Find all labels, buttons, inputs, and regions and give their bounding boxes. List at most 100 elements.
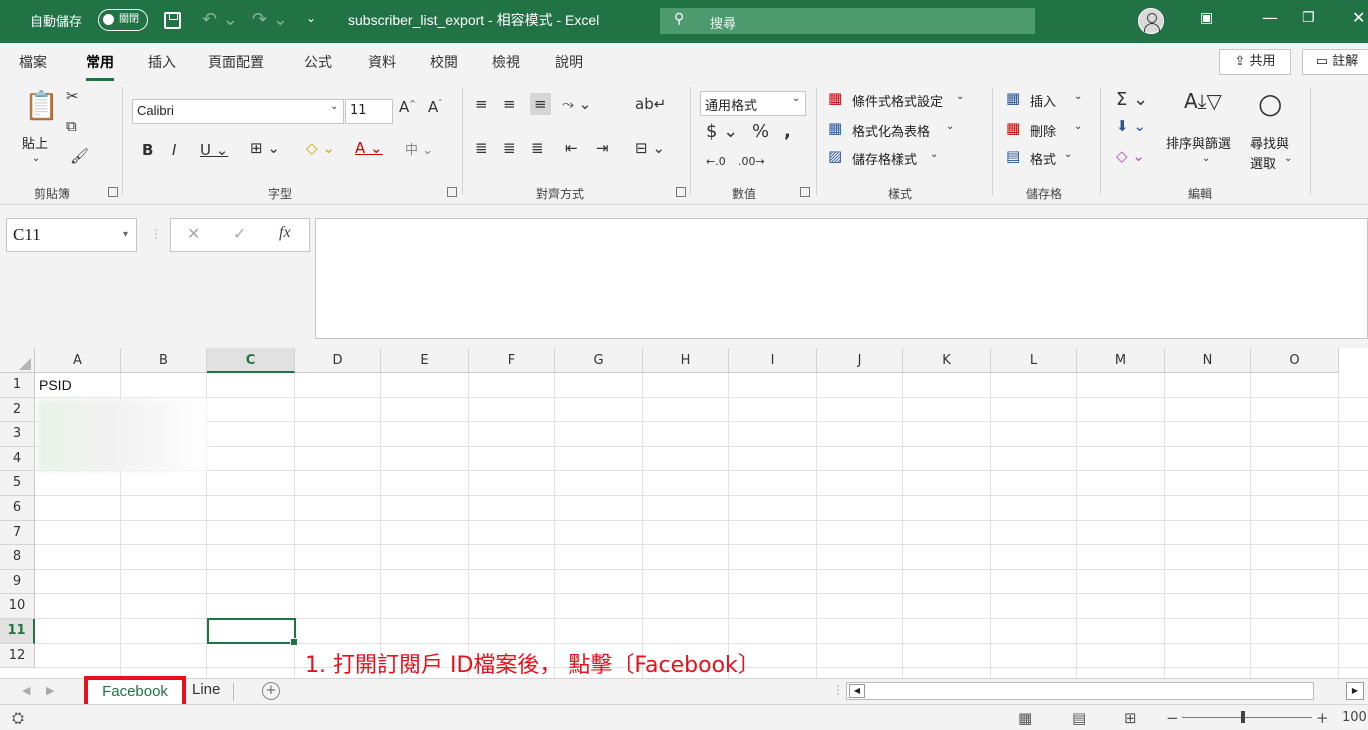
zoom-level[interactable]: 100 [1342, 710, 1367, 725]
paste-dropdown-icon[interactable]: ⌄ [32, 153, 40, 164]
insert-cells-button[interactable]: 插入 [1030, 91, 1056, 110]
align-middle-icon[interactable]: ≡ [503, 95, 516, 113]
align-right-icon[interactable]: ≣ [531, 139, 544, 157]
confirm-entry-icon[interactable]: ✓ [233, 224, 246, 243]
sort-filter-button[interactable]: 排序與篩選 [1166, 133, 1231, 152]
row-header[interactable]: 4 [0, 446, 35, 472]
accessibility-icon[interactable]: ⛭ [12, 709, 24, 727]
tab-file[interactable]: 檔案 [19, 52, 47, 72]
column-header[interactable]: G [555, 348, 643, 373]
clipboard-launcher-icon[interactable] [108, 187, 118, 197]
borders-icon[interactable]: ⊞ ⌄ [250, 139, 280, 157]
sort-filter-dropdown-icon[interactable]: ⌄ [1202, 153, 1210, 164]
format-as-table-button[interactable]: 格式化為表格 [852, 121, 930, 140]
decrease-indent-icon[interactable]: ⇤ [565, 139, 578, 157]
zoom-in-icon[interactable]: + [1316, 709, 1329, 727]
format-painter-icon[interactable]: 🖌 [70, 147, 89, 165]
format-dropdown-icon[interactable]: ⌄ [1064, 149, 1072, 160]
column-header[interactable]: D [295, 348, 381, 373]
column-header[interactable]: O [1251, 348, 1339, 373]
tab-page-layout[interactable]: 頁面配置 [208, 52, 264, 72]
worksheet-grid[interactable]: ABCDEFGHIJKLMNO 1 2 3 4 5 6 7 8 9 10 11 12 PSID 1. … [0, 348, 1368, 678]
page-break-view-icon[interactable]: ⊞ [1124, 709, 1137, 727]
tab-help[interactable]: 說明 [555, 52, 583, 72]
scroll-left-icon[interactable]: ◀ [849, 684, 865, 698]
find-select-icon[interactable]: ○ [1258, 87, 1282, 120]
zoom-slider[interactable] [1182, 717, 1312, 718]
cell-styles-dropdown-icon[interactable]: ⌄ [930, 149, 938, 160]
align-left-icon[interactable]: ≣ [475, 139, 488, 157]
sheet-tab-line[interactable]: Line [192, 681, 220, 698]
insert-cells-icon[interactable]: ▦ [1006, 89, 1020, 107]
paste-icon[interactable]: 📋 [24, 89, 59, 122]
orientation-icon[interactable]: ⤳ ⌄ [562, 95, 591, 113]
cut-icon[interactable]: ✂ [66, 87, 79, 105]
row-header[interactable]: 8 [0, 545, 35, 570]
save-icon[interactable] [164, 12, 181, 29]
cell-styles-icon[interactable]: ▨ [828, 147, 842, 165]
alignment-launcher-icon[interactable] [676, 187, 686, 197]
scroll-sheets-left-icon[interactable]: ◀ [22, 684, 30, 697]
percent-style-icon[interactable]: % [752, 121, 769, 142]
redo-icon[interactable]: ↷ ⌄ [252, 9, 288, 30]
row-header[interactable]: 6 [0, 496, 35, 521]
font-color-icon[interactable]: A ⌄ [355, 139, 383, 157]
ribbon-display-options-icon[interactable]: ▣ [1200, 10, 1213, 26]
bold-icon[interactable]: B [142, 141, 153, 159]
column-header[interactable]: A [35, 348, 121, 373]
scroll-sheets-right-icon[interactable]: ▶ [46, 684, 54, 697]
column-header[interactable]: E [381, 348, 469, 373]
horizontal-scrollbar[interactable]: ◀ [846, 682, 1314, 700]
decrease-decimal-icon[interactable]: .00→ [738, 155, 765, 168]
restore-icon[interactable]: ❐ [1302, 10, 1315, 26]
clear-icon[interactable]: ◇ ⌄ [1116, 147, 1145, 165]
column-header[interactable]: H [643, 348, 729, 373]
undo-icon[interactable]: ↶ ⌄ [202, 9, 238, 30]
underline-icon[interactable]: U ⌄ [200, 141, 228, 159]
zoom-slider-thumb[interactable] [1241, 711, 1245, 723]
row-header[interactable]: 7 [0, 520, 35, 546]
font-launcher-icon[interactable] [447, 187, 457, 197]
customize-qat-icon[interactable]: ⌄ [306, 11, 316, 25]
row-header[interactable]: 10 [0, 594, 35, 619]
row-header[interactable]: 12 [0, 643, 35, 669]
minimize-icon[interactable]: — [1262, 8, 1278, 27]
conditional-formatting-icon[interactable]: ▦ [828, 89, 842, 107]
format-cells-button[interactable]: 格式 [1030, 149, 1056, 168]
delete-cells-button[interactable]: 刪除 [1030, 121, 1056, 140]
column-header[interactable]: F [469, 348, 555, 373]
paste-label[interactable]: 貼上 [22, 133, 48, 152]
comments-button[interactable]: ▭ 註解 [1302, 49, 1368, 75]
scroll-right-icon[interactable]: ▶ [1346, 682, 1364, 700]
cell-styles-button[interactable]: 儲存格樣式 [852, 149, 917, 168]
wrap-text-icon[interactable]: ab↵ [635, 95, 666, 113]
tab-formulas[interactable]: 公式 [304, 52, 332, 72]
number-format-dropdown-icon[interactable]: ⌄ [792, 93, 800, 104]
column-header[interactable]: N [1165, 348, 1251, 373]
cancel-entry-icon[interactable]: ✕ [187, 224, 200, 243]
page-layout-view-icon[interactable]: ▤ [1072, 709, 1086, 727]
formula-input[interactable] [315, 218, 1368, 339]
accounting-format-icon[interactable]: $ ⌄ [706, 121, 738, 142]
search-box[interactable]: ⚲ 搜尋 [660, 8, 1035, 34]
tab-data[interactable]: 資料 [368, 52, 396, 72]
autosum-icon[interactable]: Σ ⌄ [1116, 89, 1148, 110]
tab-insert[interactable]: 插入 [148, 52, 176, 72]
active-cell-c11[interactable] [207, 618, 298, 646]
conditional-formatting-dropdown-icon[interactable]: ⌄ [956, 91, 964, 102]
row-header[interactable]: 1 [0, 373, 35, 398]
name-box[interactable]: C11 ▾ [6, 218, 137, 252]
increase-indent-icon[interactable]: ⇥ [596, 139, 609, 157]
row-header[interactable]: 9 [0, 569, 35, 595]
align-center-icon[interactable]: ≣ [503, 139, 516, 157]
italic-icon[interactable]: I [172, 141, 176, 159]
normal-view-icon[interactable]: ▦ [1018, 709, 1032, 727]
sort-filter-icon[interactable]: A⤓▽ [1184, 89, 1222, 113]
column-header[interactable]: I [729, 348, 817, 373]
column-header[interactable]: J [817, 348, 903, 373]
font-name-dropdown-icon[interactable]: ⌄ [330, 101, 338, 112]
format-cells-icon[interactable]: ▤ [1006, 147, 1020, 165]
row-header[interactable]: 5 [0, 471, 35, 496]
insert-function-icon[interactable]: fx [279, 224, 291, 242]
cell-a1[interactable]: PSID [39, 377, 72, 393]
